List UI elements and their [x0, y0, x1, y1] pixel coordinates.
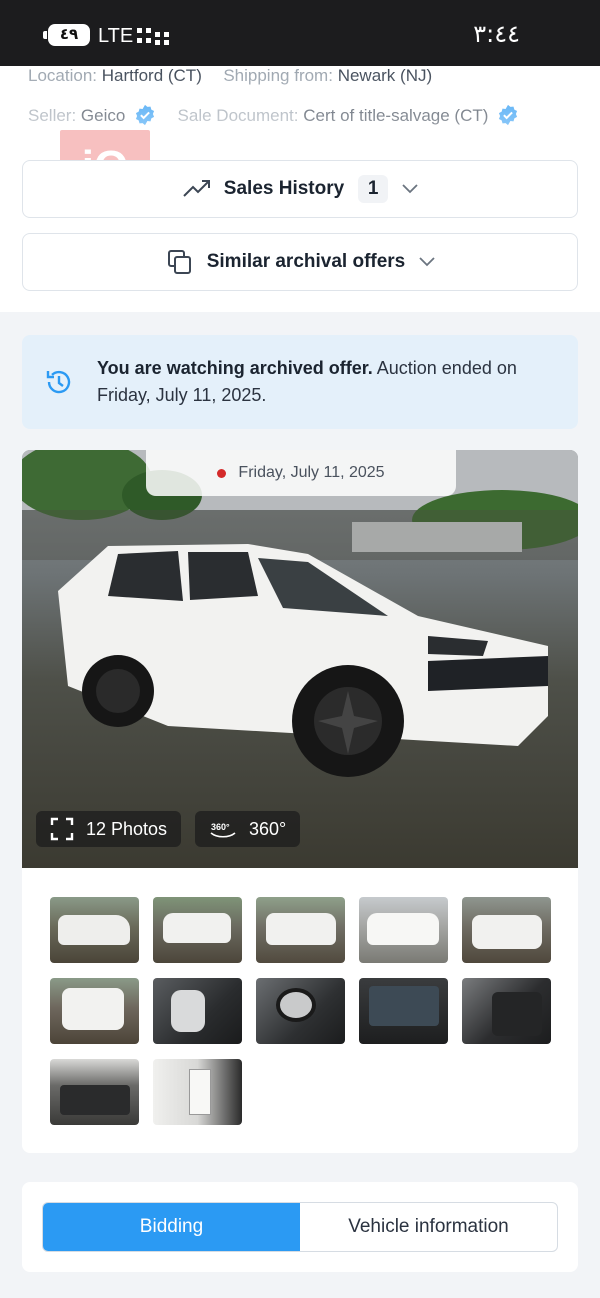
battery-level: ٤٩	[59, 26, 79, 43]
location-row: Location: Hartford (CT) Shipping from: N…	[28, 66, 432, 86]
thumbnail-airbags[interactable]	[153, 978, 242, 1044]
sales-history-accordion[interactable]: Sales History 1	[22, 160, 578, 218]
thumbnail-front-angle[interactable]	[256, 897, 345, 963]
view-360-button[interactable]: 360° 360°	[195, 811, 301, 847]
sale-document-label: Sale Document:	[177, 106, 299, 125]
thumbnail-interior-wheel[interactable]	[256, 978, 345, 1044]
thumbnail-rear-left[interactable]	[153, 897, 242, 963]
chevron-down-icon	[402, 184, 418, 194]
auction-date: Friday, July 11, 2025	[238, 464, 385, 481]
verified-icon	[499, 104, 518, 126]
shipping-value: Newark (NJ)	[337, 66, 433, 85]
signal-icon	[137, 28, 169, 45]
thumbnail-engine[interactable]	[50, 1059, 139, 1125]
location-label: Location:	[28, 66, 97, 85]
chevron-down-icon	[419, 257, 435, 267]
history-icon	[46, 370, 71, 394]
thumbnail-front-right[interactable]	[359, 897, 448, 963]
status-bar: ٤٩ LTE ٣:٤٤	[0, 0, 600, 66]
shipping-label: Shipping from:	[223, 66, 333, 85]
status-dot-icon	[217, 468, 227, 478]
view-360-icon: 360°	[210, 822, 236, 838]
sales-history-label: Sales History	[223, 178, 345, 199]
sales-history-count: 1	[358, 175, 389, 203]
battery-indicator: ٤٩	[43, 24, 90, 46]
thumbnail-dashboard[interactable]	[359, 978, 448, 1044]
tab-bar: Bidding Vehicle information	[42, 1202, 558, 1252]
sale-document-value: Cert of title-salvage (CT)	[303, 106, 489, 125]
photos-count: 12 Photos	[86, 818, 168, 839]
similar-offers-label: Similar archival offers	[206, 251, 406, 272]
thumbnail-rear-seats[interactable]	[462, 978, 551, 1044]
battery-nub	[43, 31, 47, 39]
photo-gallery: Friday, July 11, 2025 12 Photos 360° 360…	[22, 450, 578, 1153]
archived-offer-banner: You are watching archived offer. Auction…	[22, 335, 578, 429]
photos-button[interactable]: 12 Photos	[36, 811, 182, 847]
archived-offer-text: You are watching archived offer. Auction…	[97, 355, 537, 409]
seller-row: Seller: Geico Sale Document: Cert of tit…	[28, 104, 519, 126]
seller-value: Geico	[80, 106, 126, 125]
copy-icon	[167, 250, 191, 274]
similar-offers-accordion[interactable]: Similar archival offers	[22, 233, 578, 291]
tab-vehicle-information[interactable]: Vehicle information	[300, 1203, 557, 1251]
thumbnail-door-sticker[interactable]	[153, 1059, 242, 1125]
seller-label: Seller:	[28, 106, 77, 125]
thumbnail-front-left[interactable]	[50, 897, 139, 963]
verified-icon	[136, 104, 155, 126]
vehicle-image	[58, 544, 548, 777]
main-vehicle-photo[interactable]: Friday, July 11, 2025 12 Photos 360° 360…	[22, 450, 578, 868]
thumbnail-rear[interactable]	[50, 978, 139, 1044]
fullscreen-icon	[50, 817, 74, 841]
archived-offer-title: You are watching archived offer.	[97, 358, 373, 378]
detail-tabs-card: Bidding Vehicle information	[22, 1182, 578, 1272]
thumbnail-front[interactable]	[462, 897, 551, 963]
location-value: Hartford (CT)	[101, 66, 202, 85]
tab-bidding[interactable]: Bidding	[43, 1203, 300, 1251]
clock: ٣:٤٤	[473, 20, 520, 48]
view-360-label: 360°	[249, 818, 287, 839]
auction-date-pill: Friday, July 11, 2025	[146, 450, 456, 496]
trend-up-icon	[183, 180, 210, 197]
network-type: LTE	[98, 25, 134, 47]
view-360-icon-text: 360°	[211, 822, 230, 832]
